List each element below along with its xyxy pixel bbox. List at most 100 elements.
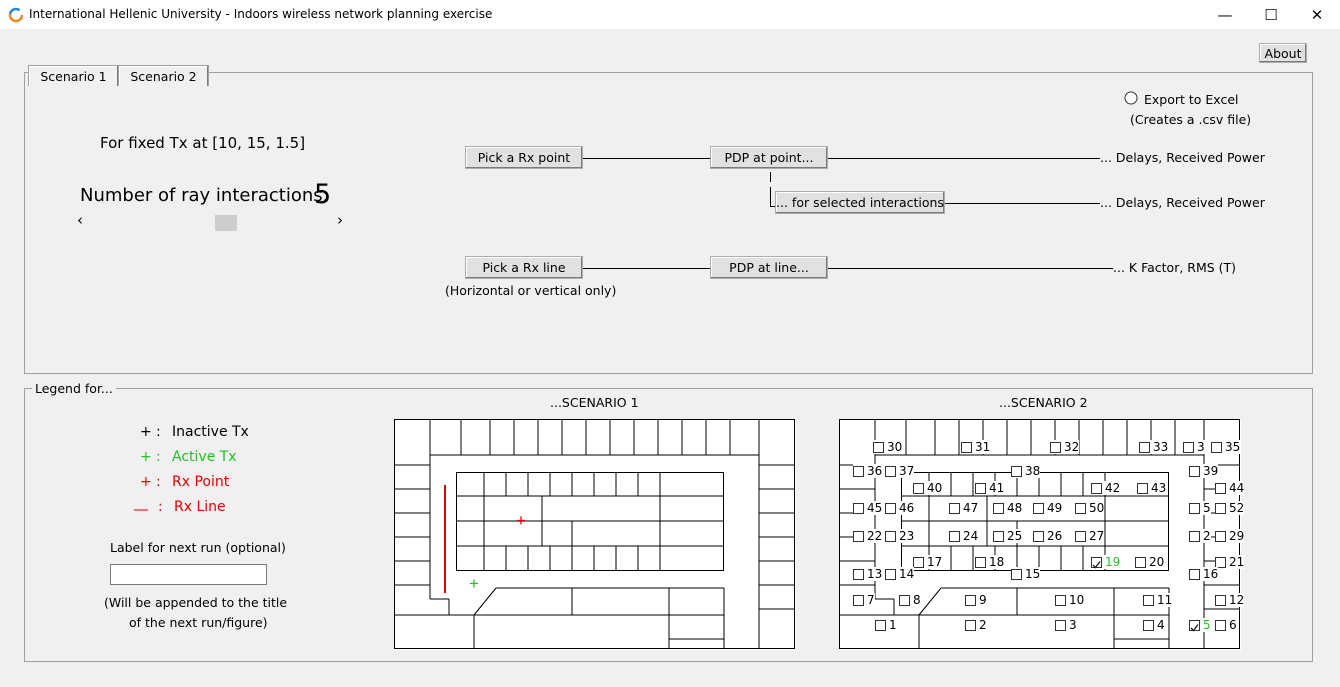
receiver-checkbox[interactable] <box>1189 619 1200 632</box>
maximize-button[interactable]: ☐ <box>1248 0 1294 29</box>
receiver-point-47[interactable]: 47 <box>949 501 979 515</box>
receiver-checkbox[interactable] <box>1189 502 1200 514</box>
receiver-checkbox[interactable] <box>853 594 864 606</box>
receiver-point-14[interactable]: 14 <box>885 567 915 581</box>
receiver-point-35[interactable]: 35 <box>1211 440 1241 454</box>
receiver-checkbox[interactable] <box>853 568 864 580</box>
receiver-checkbox[interactable] <box>853 465 864 477</box>
receiver-point-7[interactable]: 7 <box>853 593 875 607</box>
receiver-checkbox[interactable] <box>993 530 1004 542</box>
receiver-checkbox[interactable] <box>949 502 960 514</box>
receiver-checkbox[interactable] <box>875 619 886 631</box>
receiver-checkbox[interactable] <box>1143 594 1154 606</box>
receiver-checkbox[interactable] <box>1055 594 1066 606</box>
slider-right-arrow-icon[interactable]: › <box>337 211 343 229</box>
receiver-point-5[interactable]: 5 <box>1189 501 1211 515</box>
receiver-point-3[interactable]: 3 <box>1055 618 1077 632</box>
receiver-checkbox[interactable] <box>993 502 1004 514</box>
receiver-point-24[interactable]: 24 <box>949 529 979 543</box>
pick-rx-point-button[interactable]: Pick a Rx point <box>465 146 583 169</box>
receiver-point-16[interactable]: 16 <box>1189 567 1219 581</box>
slider-thumb[interactable] <box>215 215 237 231</box>
receiver-point-52[interactable]: 52 <box>1215 501 1245 515</box>
receiver-point-4[interactable]: 4 <box>1143 618 1165 632</box>
receiver-checkbox[interactable] <box>1189 465 1200 477</box>
receiver-point-38[interactable]: 38 <box>1011 464 1041 478</box>
receiver-point-41[interactable]: 41 <box>975 481 1005 495</box>
receiver-checkbox[interactable] <box>1215 530 1226 542</box>
receiver-checkbox[interactable] <box>1215 482 1226 494</box>
tab-scenario-1[interactable]: Scenario 1 <box>28 65 119 86</box>
minimize-button[interactable]: — <box>1202 0 1248 29</box>
receiver-checkbox[interactable] <box>1211 441 1222 453</box>
receiver-checkbox[interactable] <box>913 556 924 568</box>
receiver-checkbox[interactable] <box>1050 441 1061 453</box>
receiver-point-25[interactable]: 25 <box>993 529 1023 543</box>
receiver-point-36[interactable]: 36 <box>853 464 883 478</box>
receiver-checkbox[interactable] <box>965 619 976 631</box>
receiver-point-6[interactable]: 6 <box>1215 618 1237 632</box>
receiver-point-23[interactable]: 23 <box>885 529 915 543</box>
receiver-checkbox[interactable] <box>1075 530 1086 542</box>
receiver-checkbox[interactable] <box>1215 619 1226 631</box>
about-button[interactable]: About <box>1259 43 1307 63</box>
receiver-checkbox[interactable] <box>1189 530 1200 542</box>
receiver-point-32[interactable]: 32 <box>1050 440 1080 454</box>
receiver-point-17[interactable]: 17 <box>913 555 943 569</box>
export-radio[interactable] <box>1124 91 1138 105</box>
receiver-point-22[interactable]: 22 <box>853 529 883 543</box>
receiver-point-27[interactable]: 27 <box>1075 529 1105 543</box>
receiver-checkbox[interactable] <box>853 502 864 514</box>
receiver-point-10[interactable]: 10 <box>1055 593 1085 607</box>
slider-left-arrow-icon[interactable]: ‹ <box>77 211 83 229</box>
receiver-checkbox[interactable] <box>1183 441 1194 453</box>
receiver-checkbox[interactable] <box>1139 441 1150 453</box>
receiver-point-2[interactable]: 2 <box>965 618 987 632</box>
pick-rx-line-button[interactable]: Pick a Rx line <box>465 256 583 279</box>
receiver-checkbox[interactable] <box>885 568 896 580</box>
receiver-point-39[interactable]: 39 <box>1189 464 1219 478</box>
receiver-checkbox[interactable] <box>1143 619 1154 631</box>
scenario-1-floorplan[interactable]: + + <box>394 419 796 650</box>
receiver-point-37[interactable]: 37 <box>885 464 915 478</box>
receiver-point-46[interactable]: 46 <box>885 501 915 515</box>
ray-interactions-slider[interactable]: ‹ › <box>76 211 348 231</box>
receiver-point-3[interactable]: 3 <box>1183 440 1205 454</box>
receiver-point-49[interactable]: 49 <box>1033 501 1063 515</box>
selected-interactions-button[interactable]: ... for selected interactions <box>775 191 945 214</box>
receiver-point-9[interactable]: 9 <box>965 593 987 607</box>
run-label-input[interactable] <box>110 564 267 585</box>
receiver-checkbox[interactable] <box>1215 556 1226 568</box>
receiver-checkbox[interactable] <box>1055 619 1066 631</box>
close-button[interactable]: ✕ <box>1294 0 1340 29</box>
receiver-checkbox[interactable] <box>853 530 864 542</box>
receiver-point-1[interactable]: 1 <box>875 618 897 632</box>
receiver-point-13[interactable]: 13 <box>853 567 883 581</box>
receiver-checkbox[interactable] <box>975 556 986 568</box>
receiver-checkbox[interactable] <box>1215 594 1226 606</box>
receiver-point-31[interactable]: 31 <box>961 440 991 454</box>
receiver-point-12[interactable]: 12 <box>1215 593 1245 607</box>
receiver-checkbox[interactable] <box>961 441 972 453</box>
receiver-point-21[interactable]: 21 <box>1215 555 1245 569</box>
receiver-point-8[interactable]: 8 <box>899 593 921 607</box>
receiver-checkbox[interactable] <box>1011 568 1022 580</box>
receiver-point-33[interactable]: 33 <box>1139 440 1169 454</box>
receiver-checkbox[interactable] <box>965 594 976 606</box>
receiver-checkbox[interactable] <box>885 465 896 477</box>
receiver-point-18[interactable]: 18 <box>975 555 1005 569</box>
receiver-point-26[interactable]: 26 <box>1033 529 1063 543</box>
receiver-checkbox[interactable] <box>1033 502 1044 514</box>
receiver-checkbox[interactable] <box>1137 482 1148 494</box>
receiver-checkbox[interactable] <box>873 441 884 453</box>
receiver-checkbox[interactable] <box>885 502 896 514</box>
receiver-checkbox[interactable] <box>1033 530 1044 542</box>
receiver-point-19[interactable]: 19 <box>1091 555 1121 569</box>
receiver-checkbox[interactable] <box>1011 465 1022 477</box>
receiver-checkbox[interactable] <box>975 482 986 494</box>
receiver-checkbox[interactable] <box>1091 556 1102 569</box>
receiver-point-45[interactable]: 45 <box>853 501 883 515</box>
receiver-point-44[interactable]: 44 <box>1215 481 1245 495</box>
pdp-at-point-button[interactable]: PDP at point... <box>710 146 828 169</box>
receiver-point-40[interactable]: 40 <box>913 481 943 495</box>
